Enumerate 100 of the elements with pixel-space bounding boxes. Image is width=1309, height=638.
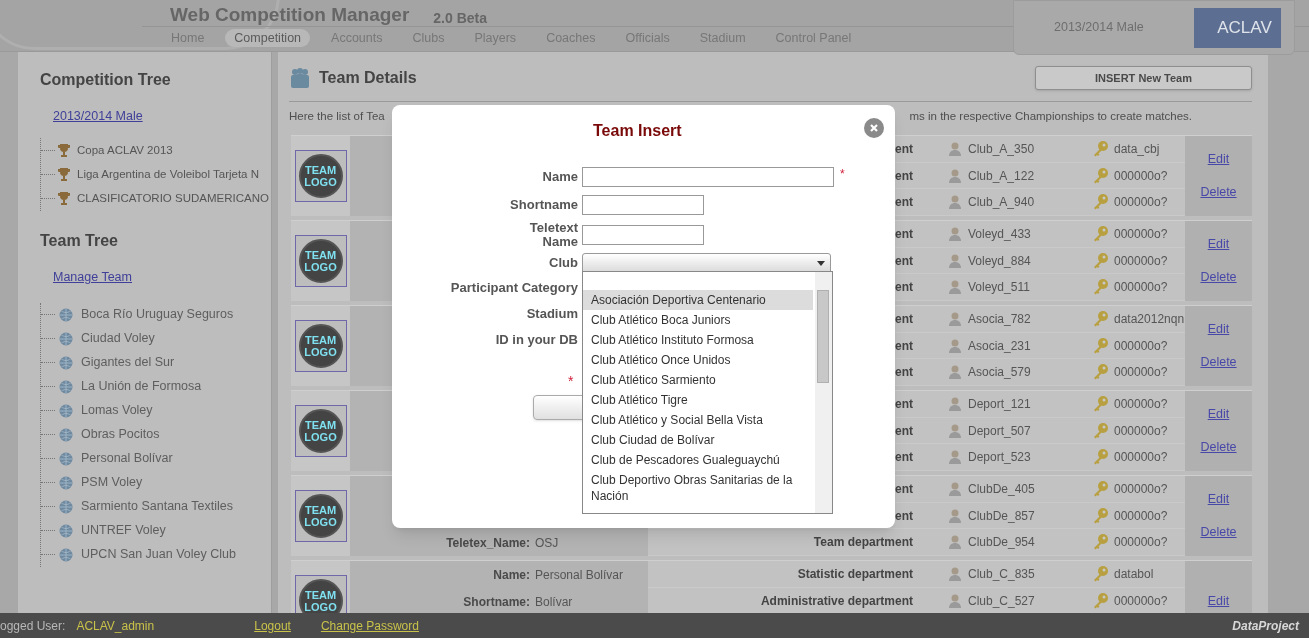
key-icon	[1092, 533, 1110, 552]
user-icon	[948, 167, 962, 184]
volleyball-icon	[59, 379, 73, 394]
dropdown-option[interactable]: Asociación Deportiva Centenario	[583, 290, 813, 310]
tree-item[interactable]: UNTREF Voley	[81, 521, 166, 540]
user-icon	[948, 480, 962, 497]
team-logo: TEAM LOGO	[294, 405, 347, 457]
username: Voleyd_433	[968, 225, 1032, 243]
field-label: ID in your DB	[494, 333, 578, 347]
tree-item[interactable]: La Unión de Formosa	[81, 377, 202, 396]
volleyball-icon	[59, 331, 73, 346]
tree-item[interactable]: CLASIFICATORIO SUDAMERICANO	[77, 190, 269, 208]
dropdown-option[interactable]: Club Atlético Once Unidos	[583, 350, 813, 370]
season-label: 2013/2014 Male	[1054, 19, 1144, 37]
password: 000000o?	[1114, 449, 1168, 467]
field-label: Name:	[492, 566, 530, 584]
tree-item[interactable]: Copa ACLAV 2013	[77, 142, 173, 160]
department-label: ent	[895, 364, 913, 382]
text-input[interactable]	[582, 167, 834, 187]
field-value: OSJ	[535, 534, 559, 552]
row-action-link[interactable]: Delete	[1200, 438, 1237, 457]
department-label: ent	[895, 422, 913, 440]
dropdown-option[interactable]: Club Deportivo Obras Sanitarias de la Nación	[583, 470, 813, 506]
manage-team-link[interactable]: Manage Team	[53, 267, 132, 287]
dropdown-option[interactable]: Club Atlético Boca Juniors	[583, 310, 813, 330]
status-link[interactable]: Logout	[254, 616, 291, 635]
tree-item[interactable]: Sarmiento Santana Textiles	[81, 497, 233, 516]
tree-item[interactable]: Gigantes del Sur	[81, 353, 175, 372]
row-action-link[interactable]: Delete	[1200, 523, 1237, 542]
row-action-link[interactable]: Edit	[1207, 235, 1230, 254]
department-label: ent	[895, 167, 913, 185]
insert-team-button[interactable]: INSERT New Team	[1035, 66, 1252, 90]
dropdown-caret-icon	[817, 260, 825, 266]
username: Club_A_122	[968, 167, 1036, 185]
volleyball-icon	[59, 523, 73, 538]
row-action-link[interactable]: Edit	[1207, 320, 1230, 339]
key-icon	[1092, 309, 1110, 328]
row-action-link[interactable]: Edit	[1207, 591, 1230, 611]
user-icon	[948, 279, 962, 296]
scrollbar[interactable]	[815, 272, 832, 513]
nav-tab[interactable]: Competition	[225, 29, 311, 47]
row-action-link[interactable]: Delete	[1200, 353, 1237, 372]
user-icon	[948, 395, 962, 412]
required-mark: *	[568, 372, 574, 391]
key-icon	[1092, 592, 1110, 610]
tree-item[interactable]: Liga Argentina de Voleibol Tarjeta N	[77, 166, 259, 184]
key-icon	[1092, 139, 1110, 158]
field-label: Club	[548, 256, 578, 270]
volleyball-icon	[59, 499, 73, 514]
tree-item[interactable]: Personal Bolívar	[81, 449, 173, 468]
dropdown-option[interactable]: Club de Pescadores Gualeguaychú	[583, 450, 813, 470]
tree-item[interactable]: Lomas Voley	[81, 401, 153, 420]
password: 000000o?	[1114, 337, 1168, 355]
dropdown-option[interactable]: Club Atlético Sarmiento	[583, 370, 813, 390]
department-label: ent	[895, 225, 913, 243]
department-label: ent	[895, 310, 913, 328]
dropdown-option[interactable]: Club Ciudad de Bolívar	[583, 430, 813, 450]
username: Deport_523	[968, 449, 1032, 467]
tree-item[interactable]: Ciudad Voley	[81, 329, 155, 348]
season-link[interactable]: 2013/2014 Male	[53, 107, 143, 126]
text-input[interactable]	[582, 225, 704, 245]
row-action-link[interactable]: Edit	[1207, 405, 1230, 424]
tree-item[interactable]: Boca Río Uruguay Seguros	[81, 305, 234, 324]
dropdown-option[interactable]: Club Atlético Instituto Formosa	[583, 330, 813, 350]
department-label: ent	[895, 449, 913, 467]
trophy-icon	[57, 190, 71, 207]
username: Club_A_350	[968, 140, 1036, 158]
username: Deport_121	[968, 395, 1032, 413]
password: data2012nqn	[1114, 310, 1185, 328]
tree-item[interactable]: UPCN San Juan Voley Club	[81, 545, 236, 564]
department-label: ent	[895, 395, 913, 413]
department-label: Statistic department	[797, 566, 913, 583]
row-action-link[interactable]: Delete	[1200, 268, 1237, 287]
username: Voleyd_884	[968, 252, 1032, 270]
team-logo: TEAM LOGO	[294, 150, 347, 202]
username: Deport_507	[968, 422, 1032, 440]
brand-logo: DataProject	[1232, 617, 1299, 635]
volleyball-icon	[59, 403, 73, 418]
department-label: Administrative department	[760, 593, 913, 610]
row-action-link[interactable]: Edit	[1207, 150, 1230, 169]
team-logo: TEAM LOGO	[294, 235, 347, 287]
department-label: Team department	[813, 534, 913, 552]
username: Asocia_782	[968, 310, 1032, 328]
user-icon	[948, 422, 962, 439]
department-label: ent	[895, 507, 913, 525]
dropdown-option[interactable]: Club Atlético Tigre	[583, 390, 813, 410]
dropdown-option[interactable]: Club Atlético y Social Bella Vista	[583, 410, 813, 430]
password: 000000o?	[1114, 480, 1168, 498]
tree-item[interactable]: Obras Pocitos	[81, 425, 160, 444]
close-button[interactable]	[864, 118, 884, 138]
text-input[interactable]	[582, 195, 704, 215]
password: 000000o?	[1114, 279, 1168, 297]
club-dropdown-list[interactable]	[582, 271, 833, 514]
tree-item[interactable]: PSM Voley	[81, 473, 143, 492]
app-title: Web Competition Manager	[170, 3, 410, 27]
row-action-link[interactable]: Edit	[1207, 490, 1230, 509]
row-action-link[interactable]: Delete	[1200, 183, 1237, 202]
team-logo: TEAM LOGO	[294, 320, 347, 372]
field-label: Teletex_Name:	[445, 534, 530, 552]
password: data_cbj	[1114, 140, 1160, 158]
